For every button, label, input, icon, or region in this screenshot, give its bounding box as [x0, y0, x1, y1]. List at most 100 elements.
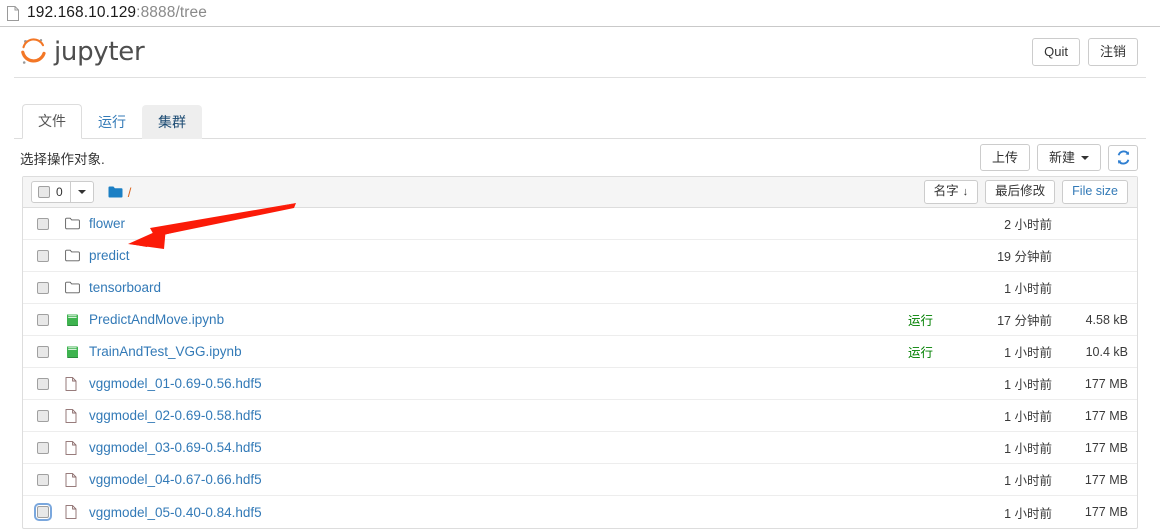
table-row[interactable]: vggmodel_03-0.69-0.54.hdf5 1 小时前 177 MB [23, 432, 1137, 464]
row-checkbox[interactable] [37, 249, 49, 262]
tab-clusters[interactable]: 集群 [142, 105, 202, 139]
file-name-link[interactable]: TrainAndTest_VGG.ipynb [89, 344, 242, 359]
refresh-icon [1117, 150, 1129, 165]
row-meta: 1 小时前 [944, 278, 1128, 297]
quit-button[interactable]: Quit [1032, 38, 1080, 66]
sort-direction-icon: ↓ [962, 186, 969, 199]
row-checkbox-cell [37, 281, 65, 294]
table-row[interactable]: vggmodel_02-0.69-0.58.hdf5 1 小时前 177 MB [23, 400, 1137, 432]
new-button-label: 新建 [1048, 149, 1075, 165]
jupyter-logo[interactable]: jupyter [20, 37, 145, 67]
breadcrumb-root[interactable]: / [128, 185, 132, 200]
row-checkbox[interactable] [37, 345, 49, 358]
folder-outline-icon [65, 249, 89, 262]
file-name-link[interactable]: flower [89, 216, 125, 231]
row-meta: 1 小时前 177 MB [944, 406, 1128, 425]
jupyter-logo-text: jupyter [54, 37, 145, 67]
file-name-link[interactable]: vggmodel_03-0.69-0.54.hdf5 [89, 440, 262, 455]
chevron-down-icon [77, 190, 86, 194]
row-checkbox[interactable] [37, 441, 49, 454]
row-size: 4.58 kB [1085, 312, 1128, 327]
row-modified: 1 小时前 [1004, 474, 1052, 488]
file-name-link[interactable]: vggmodel_05-0.40-0.84.hdf5 [89, 505, 262, 520]
row-checkbox[interactable] [37, 377, 49, 390]
running-badge[interactable]: 运行 [908, 342, 933, 361]
file-icon [65, 440, 89, 455]
file-name-link[interactable]: tensorboard [89, 280, 161, 295]
tab-running[interactable]: 运行 [82, 105, 142, 139]
url-path: :8888/tree [136, 4, 207, 21]
row-meta: 运行 1 小时前 10.4 kB [908, 342, 1128, 361]
row-checkbox-cell [37, 345, 65, 358]
table-row[interactable]: vggmodel_04-0.67-0.66.hdf5 1 小时前 177 MB [23, 464, 1137, 496]
refresh-button[interactable] [1108, 144, 1138, 171]
folder-filled-icon [108, 186, 123, 198]
tab-files[interactable]: 文件 [22, 104, 82, 139]
file-icon [65, 376, 89, 391]
select-all-control[interactable]: 0 [32, 182, 71, 202]
row-modified: 2 小时前 [1004, 218, 1052, 232]
row-size: 10.4 kB [1085, 344, 1128, 359]
row-size: 177 MB [1084, 376, 1128, 391]
folder-outline-icon [65, 281, 89, 294]
row-meta: 运行 17 分钟前 4.58 kB [908, 310, 1128, 329]
logout-button[interactable]: 注销 [1087, 38, 1138, 66]
row-meta: 2 小时前 [944, 214, 1128, 233]
row-checkbox[interactable] [37, 313, 49, 326]
file-name-link[interactable]: PredictAndMove.ipynb [89, 312, 224, 327]
file-name-link[interactable]: predict [89, 248, 130, 263]
new-button[interactable]: 新建 [1036, 143, 1101, 172]
row-checkbox[interactable] [37, 409, 49, 422]
row-size: 177 MB [1084, 472, 1128, 487]
table-row[interactable]: tensorboard 1 小时前 [23, 272, 1137, 304]
file-icon [65, 472, 89, 487]
running-badge[interactable]: 运行 [908, 310, 933, 329]
sort-by-modified-button[interactable]: 最后修改 [985, 180, 1056, 204]
table-row[interactable]: predict 19 分钟前 [23, 240, 1137, 272]
row-size: 177 MB [1084, 440, 1128, 455]
row-checkbox[interactable] [37, 473, 49, 486]
file-list: 0 / 名字 ↓ 最后修改 File size flower 2 小时前 pre… [22, 176, 1138, 529]
table-row[interactable]: TrainAndTest_VGG.ipynb 运行 1 小时前 10.4 kB [23, 336, 1137, 368]
file-name-link[interactable]: vggmodel_01-0.69-0.56.hdf5 [89, 376, 262, 391]
row-modified: 1 小时前 [1004, 346, 1052, 360]
upload-button[interactable]: 上传 [979, 143, 1030, 172]
row-modified: 19 分钟前 [997, 250, 1052, 264]
row-checkbox-cell [34, 503, 65, 521]
row-modified: 1 小时前 [1004, 282, 1052, 296]
page-document-icon [7, 5, 19, 21]
table-row[interactable]: PredictAndMove.ipynb 运行 17 分钟前 4.58 kB [23, 304, 1137, 336]
file-name-link[interactable]: vggmodel_04-0.67-0.66.hdf5 [89, 472, 262, 487]
jupyter-header: jupyter Quit 注销 [14, 27, 1146, 78]
row-modified: 1 小时前 [1004, 506, 1052, 521]
select-all-checkbox[interactable] [38, 186, 50, 198]
table-row[interactable]: flower 2 小时前 [23, 208, 1137, 240]
breadcrumb[interactable]: / [108, 185, 132, 200]
notebook-icon [65, 313, 89, 327]
folder-outline-icon [65, 217, 89, 230]
sort-by-filesize-button[interactable]: File size [1062, 180, 1128, 204]
row-checkbox[interactable] [37, 281, 49, 294]
select-all-dropdown-button[interactable] [71, 182, 93, 202]
row-meta: 1 小时前 177 MB [944, 503, 1128, 522]
row-size: 177 MB [1084, 408, 1128, 423]
table-row[interactable]: vggmodel_05-0.40-0.84.hdf5 1 小时前 177 MB [23, 496, 1137, 528]
row-checkbox[interactable] [34, 503, 52, 521]
row-modified: 1 小时前 [1004, 378, 1052, 392]
table-row[interactable]: vggmodel_01-0.69-0.56.hdf5 1 小时前 177 MB [23, 368, 1137, 400]
file-list-body: flower 2 小时前 predict 19 分钟前 tensorboard … [23, 208, 1137, 528]
file-icon [65, 408, 89, 423]
action-toolbar: 选择操作对象. 上传 新建 [14, 139, 1146, 176]
row-checkbox-cell [37, 409, 65, 422]
row-checkbox[interactable] [37, 217, 49, 230]
browser-title-bar: 192.168.10.129:8888/tree [0, 0, 1160, 27]
sort-by-name-button[interactable]: 名字 ↓ [923, 180, 979, 204]
selected-count: 0 [56, 185, 63, 199]
row-meta: 1 小时前 177 MB [944, 470, 1128, 489]
chevron-down-icon [1081, 156, 1089, 161]
select-all-group: 0 [31, 181, 94, 203]
row-checkbox-cell [37, 441, 65, 454]
row-meta: 1 小时前 177 MB [944, 374, 1128, 393]
file-name-link[interactable]: vggmodel_02-0.69-0.58.hdf5 [89, 408, 262, 423]
row-checkbox-cell [37, 217, 65, 230]
